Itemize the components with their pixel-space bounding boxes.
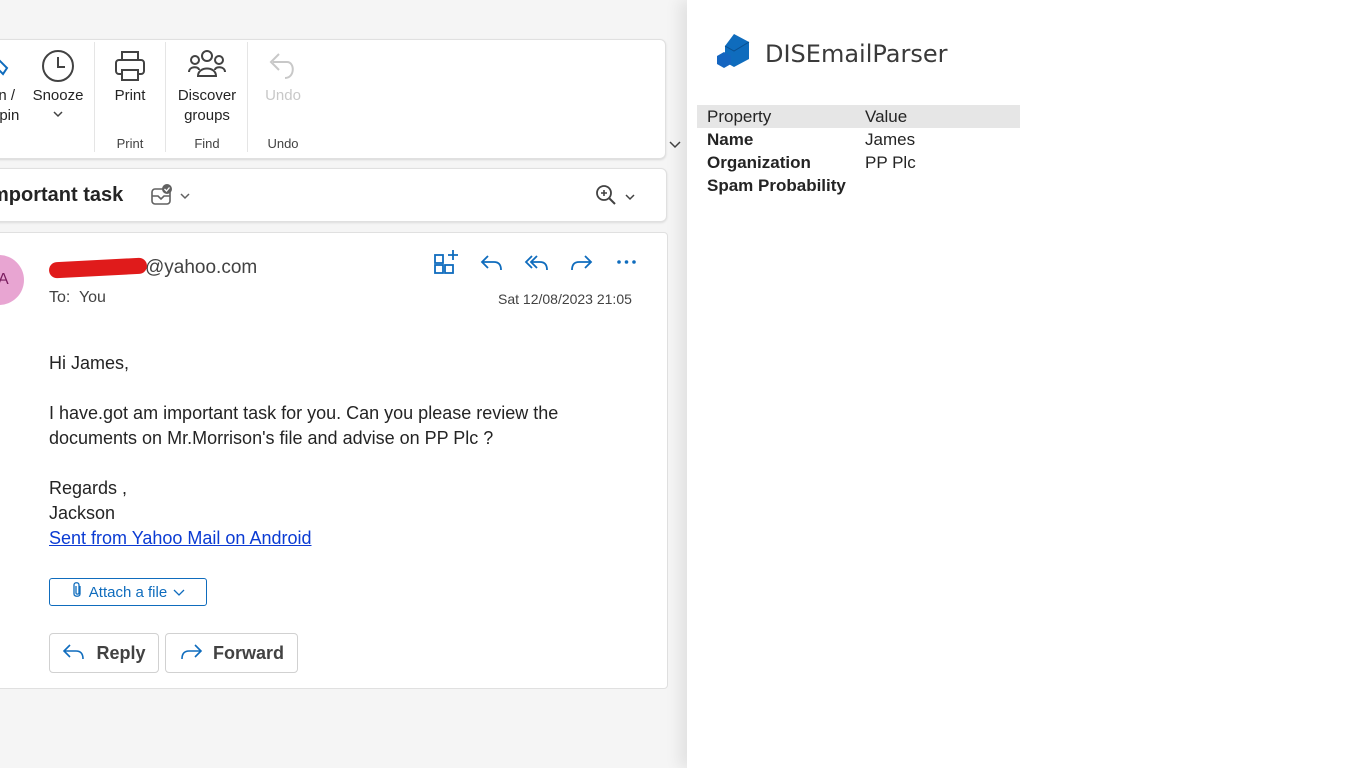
table-header-row: Property Value: [697, 105, 1020, 128]
table-row: Organization PP Plc: [697, 151, 1020, 174]
redaction-mark: [48, 257, 148, 279]
snooze-label: Snooze: [32, 87, 84, 104]
pin-icon: [0, 48, 19, 84]
ribbon-separator: [165, 42, 166, 152]
addin-task-pane: DISEmailParser Property Value Name James…: [687, 0, 1366, 768]
column-header-property: Property: [697, 105, 855, 128]
unpin-label: npin: [0, 107, 20, 124]
sender-domain: @yahoo.com: [145, 257, 258, 278]
reply-icon: [62, 641, 86, 666]
message-body: Hi James, I have.got am important task f…: [49, 351, 558, 551]
recipient-line: To: You: [49, 289, 106, 307]
forward-icon: [179, 641, 203, 666]
chevron-down-icon: [173, 584, 185, 601]
body-line: I have.got am important task for you. Ca…: [49, 403, 559, 423]
property-cell: Organization: [707, 152, 811, 172]
value-cell: James: [865, 129, 916, 149]
pin-unpin-button[interactable]: in / npin: [0, 48, 19, 126]
snooze-button[interactable]: Snooze: [29, 48, 87, 126]
greeting: Hi James,: [49, 353, 130, 373]
property-cell: Spam Probability: [707, 175, 846, 195]
attach-label: Attach a file: [88, 583, 168, 601]
addin-title: DISEmailParser: [765, 39, 948, 68]
outlook-reading-area: in / npin Snooze Print Print Discover: [0, 0, 687, 768]
discover-label-1: Discover: [177, 87, 237, 104]
forward-label: Forward: [212, 642, 284, 663]
to-prefix: To:: [49, 289, 71, 306]
zoom-icon[interactable]: [595, 184, 639, 213]
value-cell: [855, 174, 1020, 197]
clock-icon: [29, 48, 87, 84]
pin-label: in /: [0, 87, 15, 104]
sender-avatar[interactable]: A: [0, 255, 24, 305]
yahoo-mail-link[interactable]: Sent from Yahoo Mail on Android: [49, 528, 312, 548]
message-card: A @yahoo.com To: You Sat 12/08/2023 21:0…: [0, 232, 668, 689]
forward-icon[interactable]: [568, 249, 595, 276]
print-button[interactable]: Print: [107, 48, 153, 106]
subject-bar: mportant task: [0, 168, 667, 222]
discover-groups-button[interactable]: Discover groups: [175, 48, 239, 126]
closing: Regards ,: [49, 478, 128, 498]
forward-button[interactable]: Forward: [165, 633, 298, 673]
value-cell: PP Plc: [865, 152, 916, 172]
table-row: Name James: [697, 128, 1020, 151]
property-cell: Name: [707, 129, 754, 149]
printer-icon: [107, 48, 153, 84]
undo-label: Undo: [265, 87, 301, 104]
sent-date: Sat 12/08/2023 21:05: [498, 291, 632, 307]
attach-file-button[interactable]: Attach a file: [49, 578, 207, 606]
ribbon-expand-chevron-icon[interactable]: [668, 138, 682, 156]
property-table: Property Value Name James Organization P…: [697, 105, 1020, 197]
reply-icon[interactable]: [478, 249, 505, 276]
more-options-icon[interactable]: [613, 249, 640, 276]
ribbon-separator: [94, 42, 95, 152]
table-row: Spam Probability: [697, 174, 1020, 197]
ribbon: in / npin Snooze Print Print Discover: [0, 39, 666, 159]
reply-button[interactable]: Reply: [49, 633, 159, 673]
sender-address[interactable]: @yahoo.com: [48, 257, 258, 279]
print-label: Print: [114, 87, 146, 104]
email-subject: mportant task: [0, 184, 124, 206]
reply-label: Reply: [96, 642, 146, 663]
message-actions: [433, 249, 640, 276]
cube-logo-icon: [715, 32, 753, 75]
body-line: documents on Mr.Morrison's file and advi…: [49, 428, 494, 448]
group-label-print: Print: [116, 136, 144, 151]
discover-label-2: groups: [184, 107, 230, 124]
group-label-undo: Undo: [267, 136, 299, 151]
group-label-find: Find: [194, 136, 220, 151]
reply-all-icon[interactable]: [523, 249, 550, 276]
undo-button[interactable]: Undo: [259, 48, 307, 106]
to-value[interactable]: You: [79, 289, 106, 306]
addin-header: DISEmailParser: [715, 32, 947, 75]
ribbon-separator: [247, 42, 248, 152]
undo-icon: [259, 48, 307, 84]
mark-complete-icon[interactable]: [151, 184, 195, 213]
column-header-value: Value: [855, 105, 1020, 128]
signature: Jackson: [49, 503, 116, 523]
chevron-down-icon: [52, 107, 64, 124]
people-group-icon: [175, 48, 239, 84]
apps-add-icon[interactable]: [433, 249, 460, 276]
avatar-initial: A: [0, 271, 9, 288]
paperclip-icon: [71, 581, 83, 603]
